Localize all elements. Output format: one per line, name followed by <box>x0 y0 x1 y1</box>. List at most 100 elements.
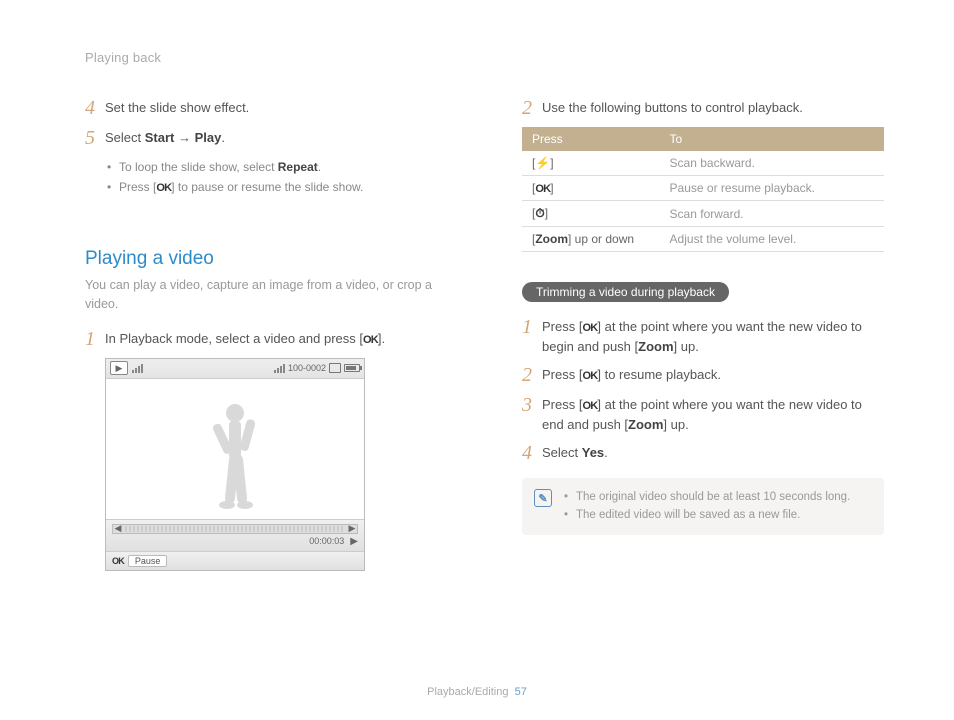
section-title: Playing a video <box>85 248 447 270</box>
video-controls: ◀ ▶ 00:00:03 ▶ <box>106 519 364 551</box>
press-cell: [⚡] <box>522 151 660 176</box>
play-mode-icon: ▶ <box>110 361 128 375</box>
breadcrumb: Playing back <box>85 50 884 65</box>
text: ] up. <box>674 339 699 354</box>
text: ] up or down <box>568 232 634 246</box>
text: Select <box>105 130 145 145</box>
step-number: 1 <box>522 316 542 338</box>
table-row: [⏱] Scan forward. <box>522 201 884 227</box>
step-text: Press [OK] at the point where you want t… <box>542 394 884 434</box>
ok-icon: OK <box>363 332 378 349</box>
text: Press [ <box>119 180 156 194</box>
ok-icon: OK <box>582 368 597 385</box>
text: Press [ <box>542 319 582 334</box>
step-text: Press [OK] to resume playback. <box>542 364 721 385</box>
step-number: 5 <box>85 127 105 149</box>
step-text: Select Yes. <box>542 442 608 463</box>
progress-track <box>125 526 345 532</box>
table-row: [OK] Pause or resume playback. <box>522 176 884 201</box>
trim-step-3: 3 Press [OK] at the point where you want… <box>522 394 884 434</box>
zoom-label: Zoom <box>628 417 663 432</box>
forward-icon: ▶ <box>347 523 357 534</box>
subsection-pill: Trimming a video during playback <box>522 282 729 302</box>
note-box: ✎ The original video should be at least … <box>522 478 884 535</box>
step-number: 4 <box>85 97 105 119</box>
page-number: 57 <box>515 686 527 698</box>
press-cell: [Zoom] up or down <box>522 227 660 252</box>
to-cell: Scan backward. <box>660 151 884 176</box>
zoom-label: Zoom <box>638 339 673 354</box>
text: In Playback mode, select a video and pre… <box>105 331 363 346</box>
topbar-right: 100-0002 <box>274 363 360 373</box>
step-number: 3 <box>522 394 542 416</box>
play-label: Play <box>195 130 222 145</box>
ok-icon: OK <box>535 183 550 195</box>
col-press: Press <box>522 127 660 151</box>
bullet-repeat: To loop the slide show, select Repeat. <box>105 157 447 177</box>
step-text: Use the following buttons to control pla… <box>542 97 803 118</box>
step-text: Set the slide show effect. <box>105 97 249 118</box>
video-topbar: ▶ 100-0002 <box>106 359 364 379</box>
text: To loop the slide show, select <box>119 160 278 174</box>
trim-step-2: 2 Press [OK] to resume playback. <box>522 364 884 386</box>
two-column-layout: 4 Set the slide show effect. 5 Select St… <box>85 97 884 571</box>
text: Press [ <box>542 397 582 412</box>
volume-bars-icon <box>274 363 285 373</box>
to-cell: Scan forward. <box>660 201 884 227</box>
video-bottom-bar: OK Pause <box>106 551 364 570</box>
section-description: You can play a video, capture an image f… <box>85 276 447 314</box>
ok-icon: OK <box>112 556 124 566</box>
text: Press [ <box>542 367 582 382</box>
text: ] <box>550 156 553 170</box>
text: ]. <box>378 331 385 346</box>
table-row: [Zoom] up or down Adjust the volume leve… <box>522 227 884 252</box>
note-icon: ✎ <box>534 489 552 507</box>
bullet-pause: Press [OK] to pause or resume the slide … <box>105 177 447 198</box>
step-number: 2 <box>522 364 542 386</box>
video-canvas <box>106 379 364 519</box>
col-to: To <box>660 127 884 151</box>
video-step-1: 1 In Playback mode, select a video and p… <box>85 328 447 350</box>
note-item: The original video should be at least 10… <box>564 488 850 506</box>
text: ] <box>550 181 553 195</box>
video-playback-screenshot: ▶ 100-0002 <box>105 358 365 571</box>
text: Select <box>542 445 582 460</box>
step-text: In Playback mode, select a video and pre… <box>105 328 385 349</box>
text: ] up. <box>663 417 688 432</box>
timer-icon: ⏱ <box>535 206 544 220</box>
text: ] to pause or resume the slide show. <box>171 180 363 194</box>
playback-step-2: 2 Use the following buttons to control p… <box>522 97 884 119</box>
card-icon <box>329 363 341 373</box>
zoom-label: Zoom <box>535 232 568 246</box>
text: ] to resume playback. <box>597 367 721 382</box>
text: . <box>221 130 225 145</box>
step-number: 2 <box>522 97 542 119</box>
battery-icon <box>344 364 360 372</box>
progress-bar: ◀ ▶ <box>112 524 358 534</box>
flash-icon: ⚡ <box>535 156 550 170</box>
press-cell: [⏱] <box>522 201 660 227</box>
table-row: [⚡] Scan backward. <box>522 151 884 176</box>
press-cell: [OK] <box>522 176 660 201</box>
step-number: 4 <box>522 442 542 464</box>
note-list: The original video should be at least 10… <box>564 488 850 525</box>
ok-icon: OK <box>582 398 597 415</box>
step-5-bullets: To loop the slide show, select Repeat. P… <box>105 157 447 198</box>
to-cell: Pause or resume playback. <box>660 176 884 201</box>
step-text: Press [OK] at the point where you want t… <box>542 316 884 356</box>
text: . <box>604 445 608 460</box>
repeat-label: Repeat <box>278 160 318 174</box>
step-text: Select Start → Play. <box>105 127 225 148</box>
page-footer: Playback/Editing 57 <box>0 686 954 698</box>
step-5: 5 Select Start → Play. <box>85 127 447 149</box>
left-column: 4 Set the slide show effect. 5 Select St… <box>85 97 447 571</box>
ok-icon: OK <box>582 320 597 337</box>
play-icon: ▶ <box>350 537 358 547</box>
note-item: The edited video will be saved as a new … <box>564 506 850 524</box>
pause-label: Pause <box>128 555 168 567</box>
file-id: 100-0002 <box>288 363 326 373</box>
step-4: 4 Set the slide show effect. <box>85 97 447 119</box>
trim-step-4: 4 Select Yes. <box>522 442 884 464</box>
table-header-row: Press To <box>522 127 884 151</box>
step-number: 1 <box>85 328 105 350</box>
